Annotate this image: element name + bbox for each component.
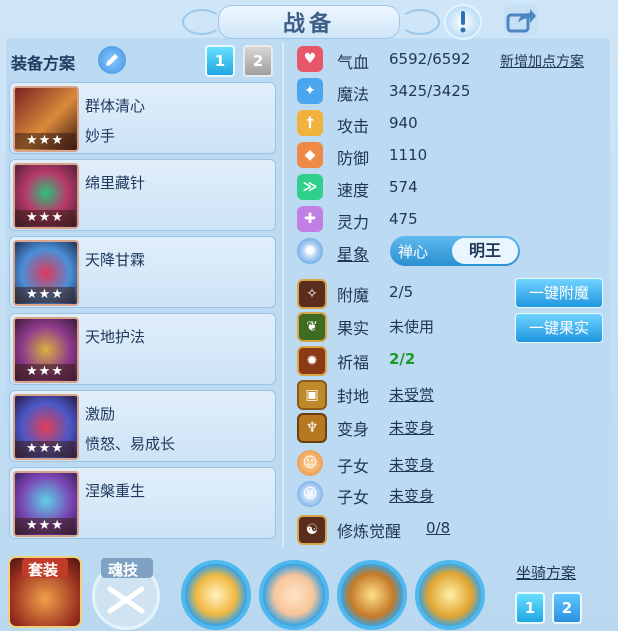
cultivation-label: 修炼觉醒 <box>337 522 402 541</box>
skill-2-stars: ★★★ <box>15 210 75 226</box>
stat-hp-value: 6592/6592 <box>389 50 471 68</box>
stat-speed-label: 速度 <box>337 181 370 200</box>
skill-card-1[interactable]: ★★★ 群体清心 妙手 <box>9 82 276 154</box>
enchant-label: 附魔 <box>337 286 370 305</box>
transform-value[interactable]: 未变身 <box>389 417 434 438</box>
transform-icon: ♆ <box>297 413 327 443</box>
fief-icon: ▣ <box>297 380 327 410</box>
skill-3-stars: ★★★ <box>15 287 75 303</box>
cloud-ornament-left <box>182 9 222 35</box>
fruit-value: 未使用 <box>389 318 435 336</box>
blessing-icon: ✹ <box>297 346 327 376</box>
pencil-icon <box>106 54 118 66</box>
column-divider <box>282 42 284 547</box>
star-option-chanxin[interactable]: 禅心 <box>398 241 428 262</box>
equipment-plan-1-button[interactable]: 1 <box>205 45 235 77</box>
star-option-mingwang[interactable]: 明王 <box>452 238 518 264</box>
fruit-label: 果实 <box>337 319 370 338</box>
blessing-label: 祈福 <box>337 353 370 372</box>
stat-attack-label: 攻击 <box>337 117 370 136</box>
soul-skill-button[interactable]: 魂技 <box>92 558 160 630</box>
star-sign-icon: ✺ <box>297 238 323 264</box>
skill-5-stars: ★★★ <box>15 441 75 457</box>
equip-set-label: 套装 <box>28 561 59 579</box>
skill-6-stars: ★★★ <box>15 518 75 534</box>
battle-prep-panel: 战备 装备方案 1 2 ★★★ 群体清心 妙手 ★★★ 绵里藏针 ★★★ 天降甘… <box>0 0 618 631</box>
stat-mp-label: 魔法 <box>337 85 370 104</box>
child-2-value[interactable]: 未变身 <box>389 485 434 506</box>
skill-card-4[interactable]: ★★★ 天地护法 <box>9 313 276 385</box>
stat-spirit-label: 灵力 <box>337 213 370 232</box>
add-points-plan-link[interactable]: 新增加点方案 <box>500 51 584 71</box>
equipment-plan-2-button[interactable]: 2 <box>243 45 273 77</box>
heart-icon: ♥ <box>297 46 323 72</box>
crossed-bones-icon <box>107 586 145 614</box>
skill-card-5[interactable]: ★★★ 激励 愤怒、易成长 <box>9 390 276 462</box>
stat-hp-label: 气血 <box>337 53 370 72</box>
fief-label: 封地 <box>337 387 370 406</box>
defense-icon: ◆ <box>297 142 323 168</box>
one-click-fruit-button[interactable]: 一键果实 <box>515 313 603 343</box>
skill-1-stars: ★★★ <box>15 133 75 149</box>
spirit-icon: ✚ <box>297 206 323 232</box>
child-2-label: 子女 <box>337 488 370 507</box>
skill-5-sub: 愤怒、易成长 <box>85 435 176 453</box>
edit-plan-button[interactable] <box>98 46 126 74</box>
title-tab: 战备 <box>218 5 400 39</box>
child-icon-2: ☺ <box>297 481 323 507</box>
stat-defense-label: 防御 <box>337 149 370 168</box>
cultivation-value[interactable]: 0/8 <box>426 519 450 537</box>
child-1-label: 子女 <box>337 457 370 476</box>
stat-speed-value: 574 <box>389 178 418 196</box>
skill-1-sub: 妙手 <box>85 127 116 145</box>
mount-plan-1-button[interactable]: 1 <box>515 592 545 624</box>
pet-slot-2[interactable] <box>259 560 329 630</box>
attack-icon: † <box>297 110 323 136</box>
soul-skill-label: 魂技 <box>108 561 139 579</box>
fruit-icon: ❦ <box>297 312 327 342</box>
skill-card-2[interactable]: ★★★ 绵里藏针 <box>9 159 276 231</box>
mount-plan-title: 坐骑方案 <box>516 564 577 582</box>
skill-5-name: 激励 <box>85 405 116 423</box>
star-sign-label[interactable]: 星象 <box>337 241 369 265</box>
speed-icon: ≫ <box>297 174 323 200</box>
skill-4-stars: ★★★ <box>15 364 75 380</box>
exclamation-icon[interactable] <box>444 4 482 40</box>
cultivation-icon: ☯ <box>297 515 327 545</box>
one-click-enchant-button[interactable]: 一键附魔 <box>515 278 603 308</box>
stat-defense-value: 1110 <box>389 146 428 164</box>
skill-3-name: 天降甘霖 <box>85 251 146 269</box>
enchant-icon: ✧ <box>297 279 327 309</box>
skill-6-name: 涅槃重生 <box>85 482 146 500</box>
page-title: 战备 <box>282 12 335 37</box>
pet-slot-1[interactable] <box>181 560 251 630</box>
equipment-plan-title: 装备方案 <box>11 54 76 73</box>
stat-mp-value: 3425/3425 <box>389 82 471 100</box>
pet-slot-3[interactable] <box>337 560 407 630</box>
skill-card-6[interactable]: ★★★ 涅槃重生 <box>9 467 276 539</box>
stat-spirit-value: 475 <box>389 210 418 228</box>
skill-2-name: 绵里藏针 <box>85 174 146 192</box>
blessing-value: 2/2 <box>389 350 416 368</box>
child-icon: ☺ <box>297 450 323 476</box>
pet-slot-4[interactable] <box>415 560 485 630</box>
star-sign-toggle[interactable]: 禅心 明王 <box>390 236 520 266</box>
magic-icon: ✦ <box>297 78 323 104</box>
stat-attack-value: 940 <box>389 114 418 132</box>
skill-4-name: 天地护法 <box>85 328 146 346</box>
share-icon[interactable] <box>504 4 538 36</box>
mount-plan-2-button[interactable]: 2 <box>552 592 582 624</box>
child-1-value[interactable]: 未变身 <box>389 454 434 475</box>
fief-value[interactable]: 未受赏 <box>389 384 434 405</box>
cloud-ornament-right <box>400 9 440 35</box>
enchant-value: 2/5 <box>389 283 414 301</box>
equip-set-button[interactable]: 套装 <box>8 556 82 628</box>
transform-label: 变身 <box>337 420 370 439</box>
skill-1-name: 群体清心 <box>85 97 146 115</box>
skill-card-3[interactable]: ★★★ 天降甘霖 <box>9 236 276 308</box>
